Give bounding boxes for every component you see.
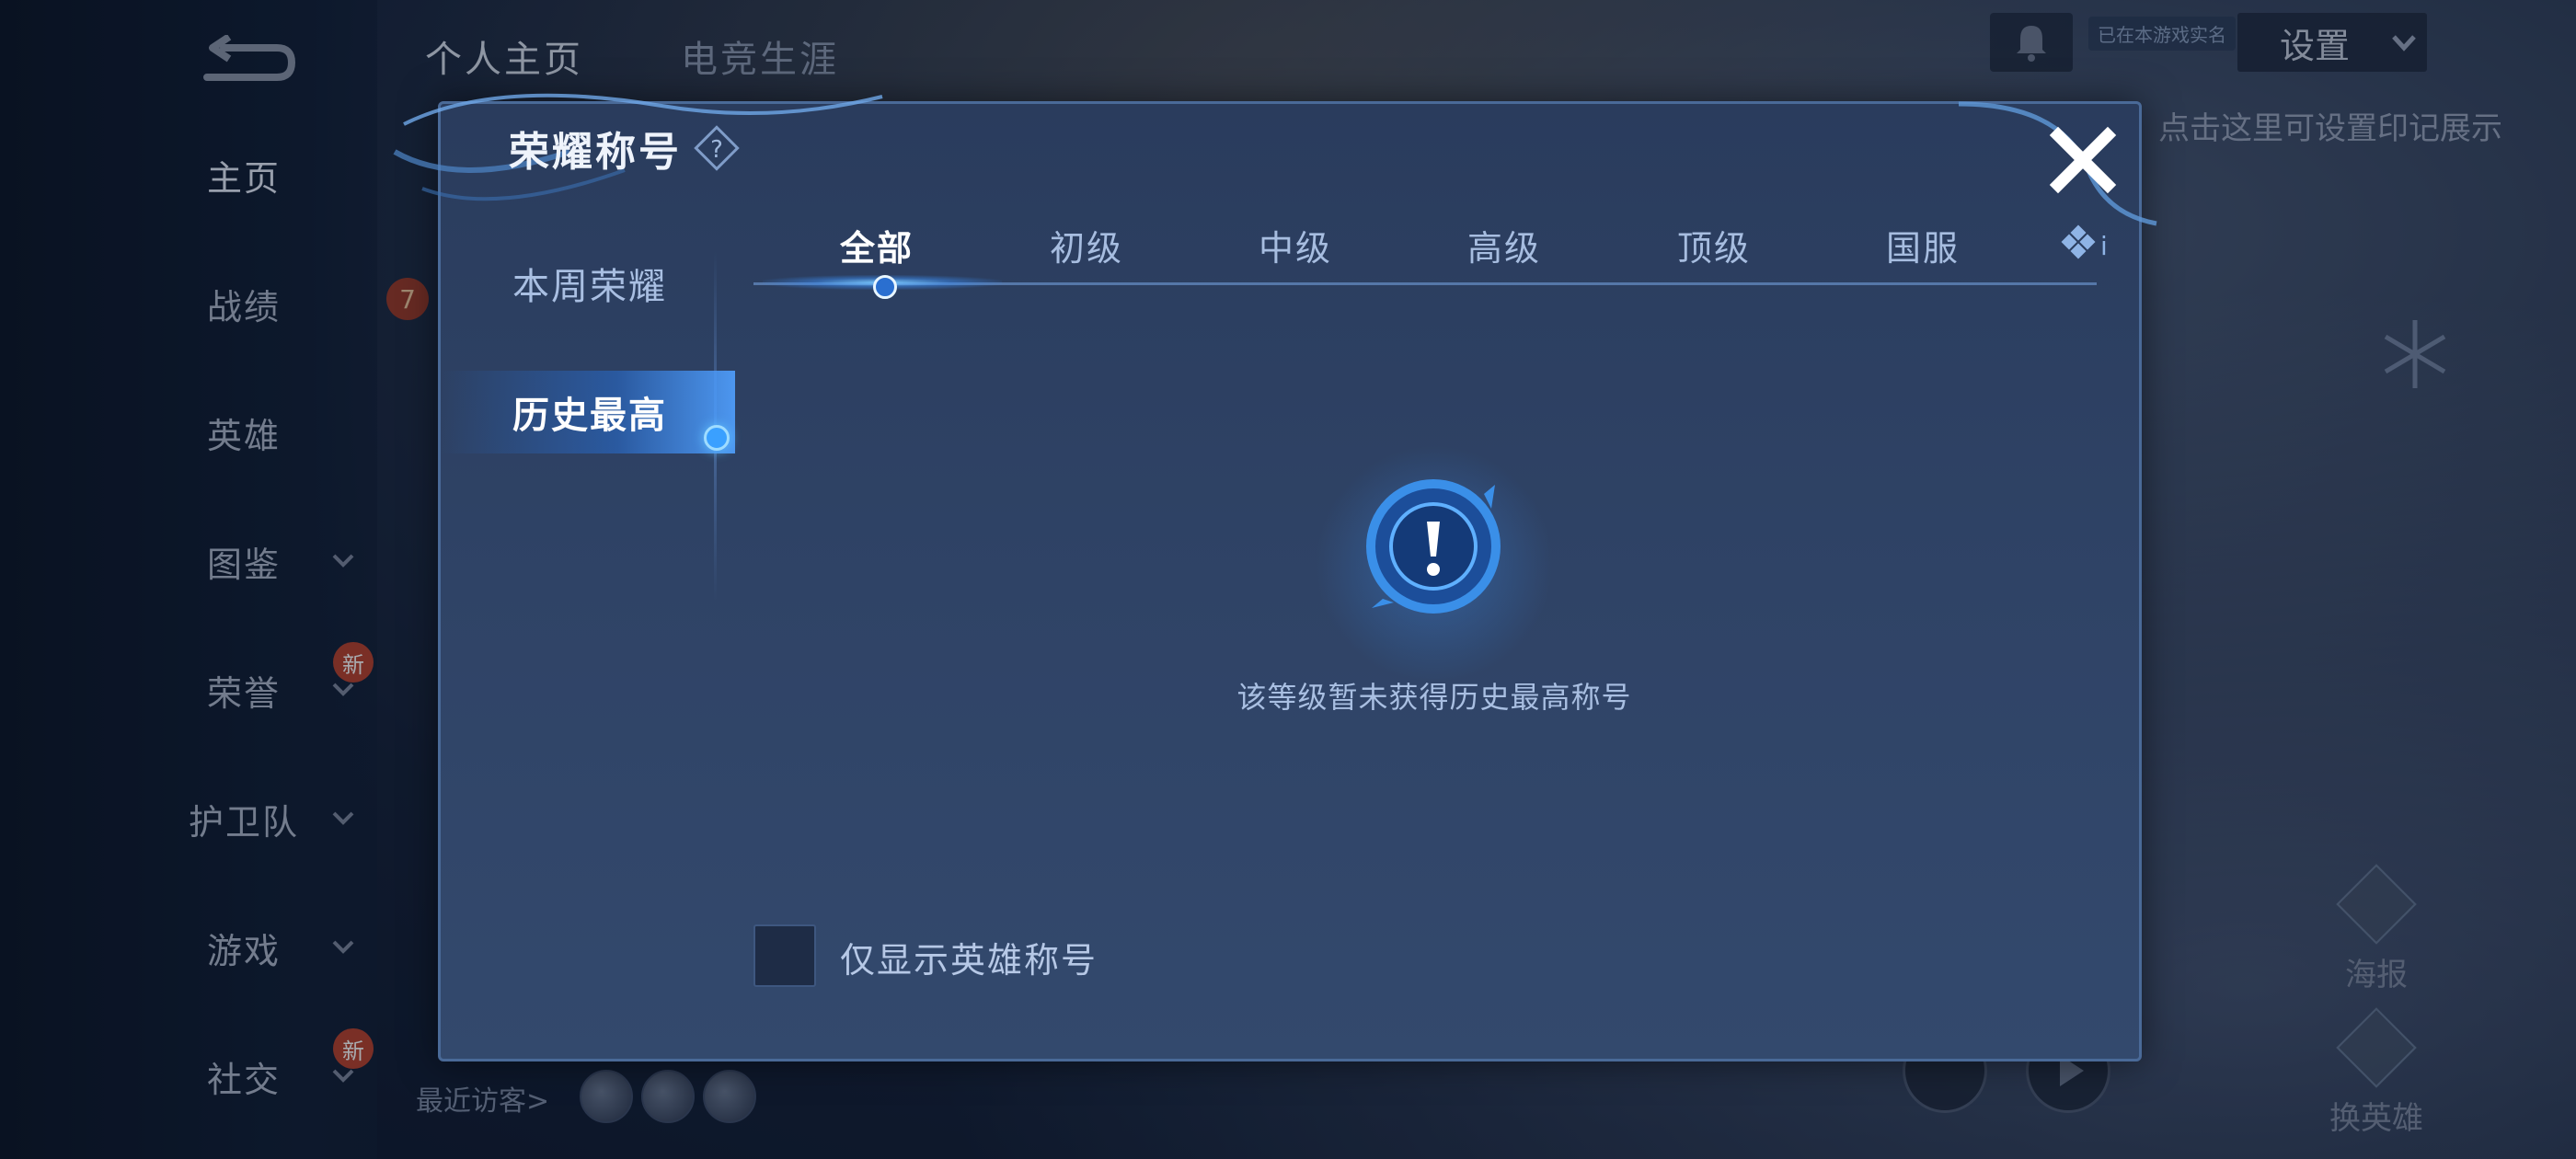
honor-title-modal: 荣耀称号 ? 本周荣耀 历史最高 全部 初级 中级 高级 顶级 国服 i 该等级… xyxy=(393,93,2157,1061)
active-category-indicator xyxy=(704,425,730,451)
tab-intermediate[interactable]: 中级 xyxy=(1194,220,1397,270)
tab-all[interactable]: 全部 xyxy=(776,220,978,270)
hero-title-only-label[interactable]: 仅显示英雄称号 xyxy=(840,932,1098,982)
exclamation-icon xyxy=(1366,479,1501,614)
close-icon[interactable] xyxy=(2041,119,2124,201)
tab-top[interactable]: 顶级 xyxy=(1613,220,1815,270)
svg-text:?: ? xyxy=(710,136,723,164)
modal-title: 荣耀称号 xyxy=(509,129,682,176)
category-history-best[interactable]: 历史最高 xyxy=(441,371,735,453)
tab-primary[interactable]: 初级 xyxy=(985,220,1188,270)
help-icon[interactable]: ? xyxy=(691,122,742,174)
hero-title-only-checkbox[interactable] xyxy=(753,924,816,987)
tab-advanced[interactable]: 高级 xyxy=(1403,220,1605,270)
more-tabs-icon[interactable]: i xyxy=(2056,224,2108,270)
category-label: 历史最高 xyxy=(512,395,667,437)
tab-national[interactable]: 国服 xyxy=(1822,220,2024,270)
more-tabs-glyph: i xyxy=(2100,231,2108,261)
empty-state-message: 该等级暂未获得历史最高称号 xyxy=(1236,680,1632,715)
category-label: 本周荣耀 xyxy=(512,266,667,308)
active-tab-indicator xyxy=(873,275,897,299)
category-weekly-honor[interactable]: 本周荣耀 xyxy=(441,242,735,325)
